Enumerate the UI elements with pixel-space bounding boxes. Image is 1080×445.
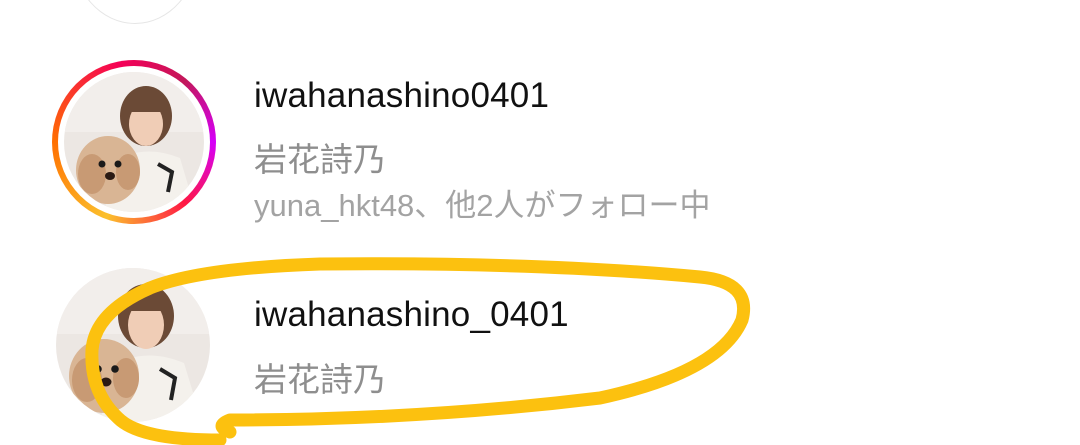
username[interactable]: iwahanashino_0401 bbox=[254, 295, 569, 335]
full-name: 岩花詩乃 bbox=[254, 141, 386, 178]
avatar-photo-icon bbox=[64, 72, 204, 212]
search-result-row[interactable]: iwahanashino0401 岩花詩乃 yuna_hkt48、他2人がフォロ… bbox=[0, 56, 1080, 236]
avatar-border bbox=[58, 66, 210, 218]
search-result-row[interactable]: iwahanashino_0401 岩花詩乃 bbox=[0, 265, 1080, 425]
followed-by-text: yuna_hkt48、他2人がフォロー中 bbox=[254, 188, 711, 223]
avatar[interactable] bbox=[56, 268, 210, 422]
full-name: 岩花詩乃 bbox=[254, 361, 386, 398]
previous-result-avatar[interactable] bbox=[72, 0, 198, 24]
avatar-photo-icon bbox=[56, 268, 210, 422]
username[interactable]: iwahanashino0401 bbox=[254, 76, 549, 116]
story-ring[interactable] bbox=[52, 60, 216, 224]
avatar-container[interactable] bbox=[56, 268, 210, 422]
avatar[interactable] bbox=[64, 72, 204, 212]
